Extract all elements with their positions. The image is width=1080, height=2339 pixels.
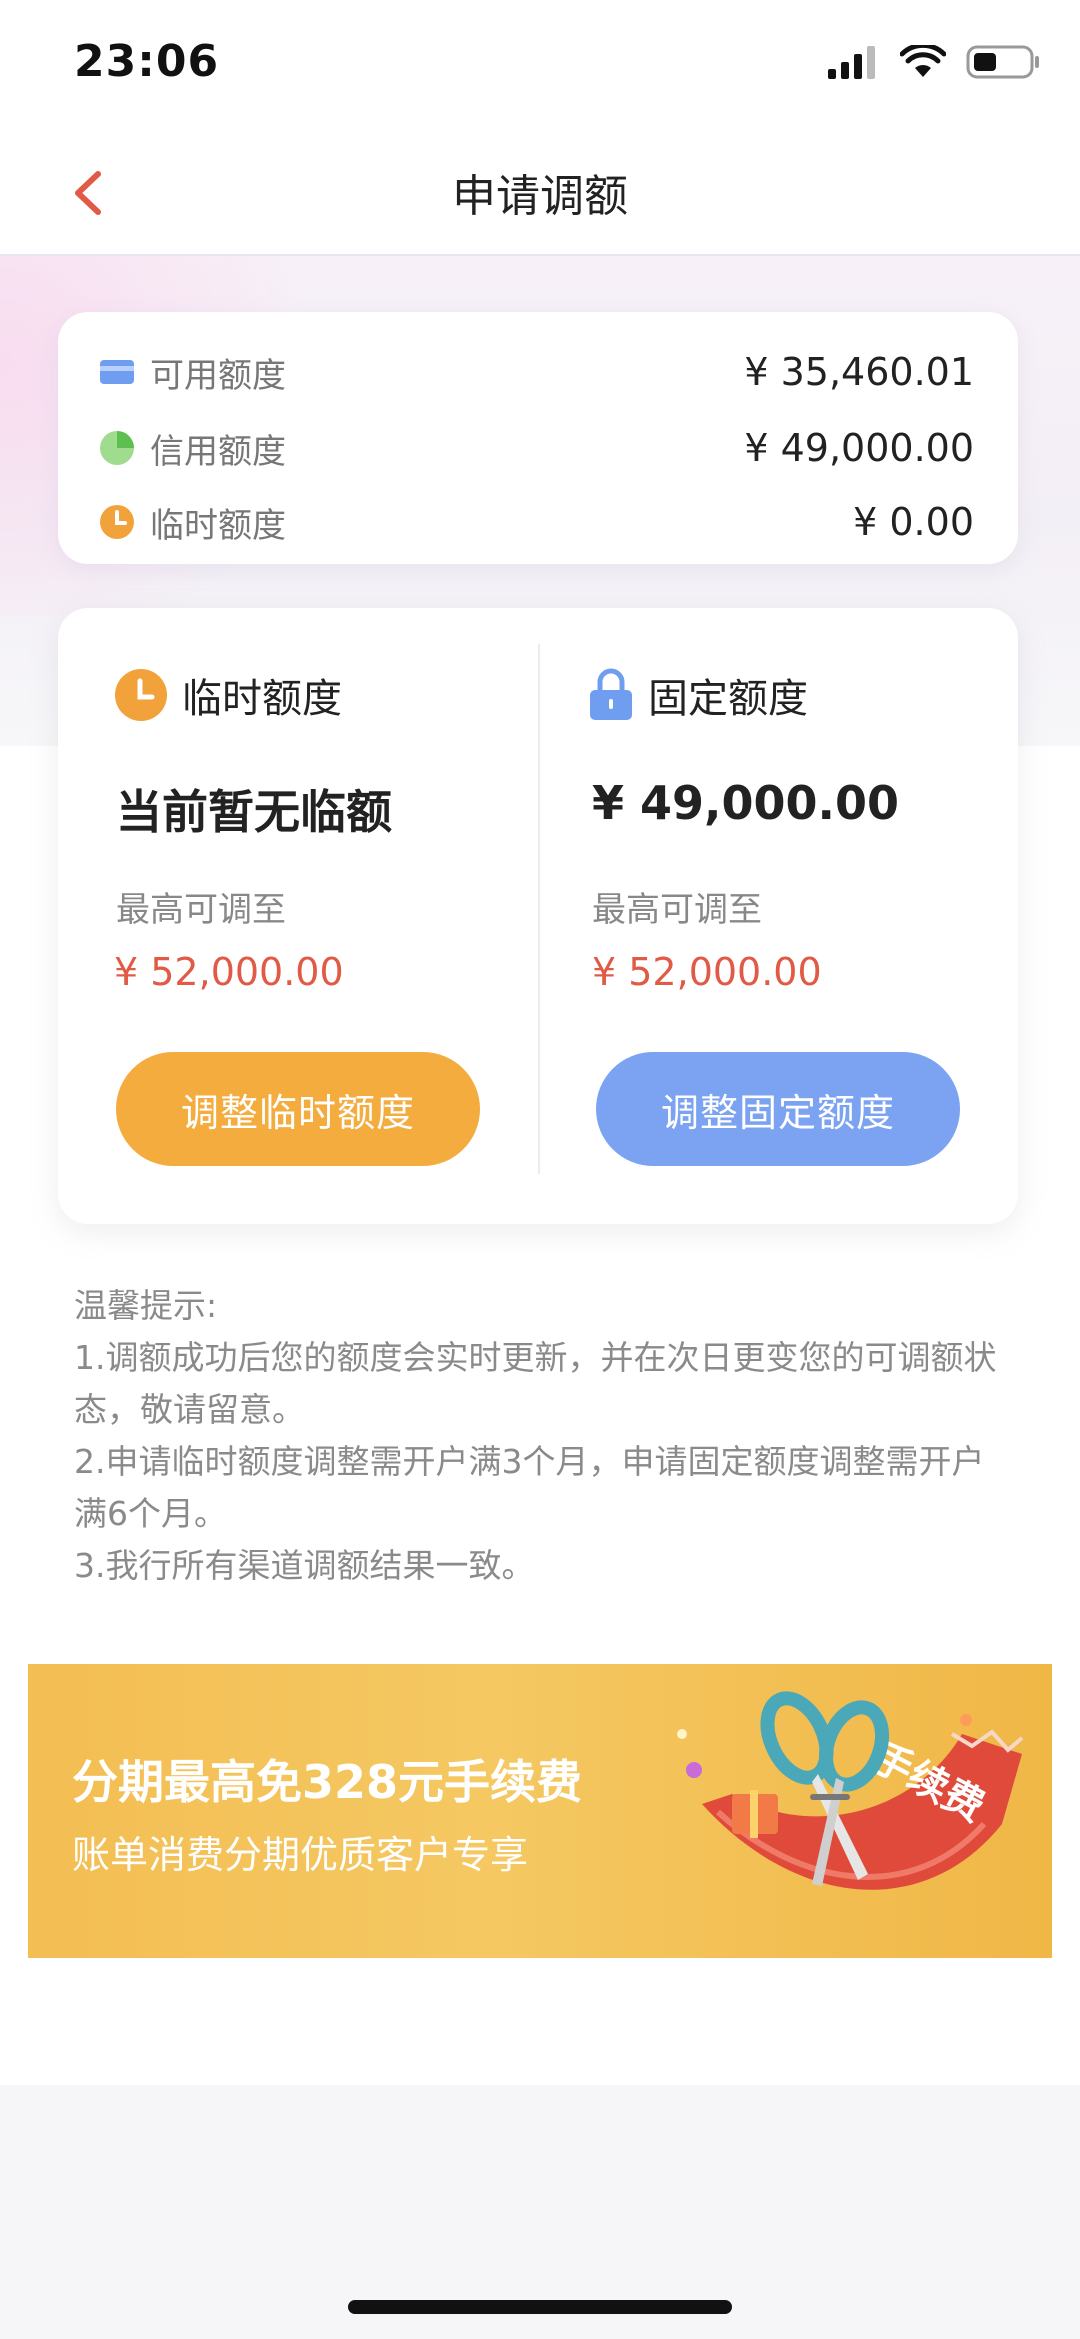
page-title: 申请调额 [452, 171, 628, 222]
tip-item: 1.调额成功后您的额度会实时更新，并在次日更变您的可调额状态，敬请留意。 [74, 1338, 997, 1429]
lock-icon [590, 668, 632, 720]
adjust-temporary-limit-button[interactable]: 调整临时额度 [116, 1052, 480, 1166]
battery-icon [966, 45, 1039, 79]
tips-section: 温馨提示: 1.调额成功后您的额度会实时更新，并在次日更变您的可调额状态，敬请留… [74, 1280, 1014, 1592]
max-adjust-label: 最高可调至 [116, 890, 286, 930]
signal-icon [828, 46, 875, 79]
adjust-limit-card: 临时额度 当前暂无临额 最高可调至 ¥ 52,000.00 调整临时额度 固定额… [58, 608, 1018, 1224]
fixed-limit-panel: 固定额度 ¥ 49,000.00 最高可调至 ¥ 52,000.00 调整固定额… [538, 608, 1018, 1224]
home-indicator[interactable] [348, 2300, 732, 2314]
wifi-icon [900, 45, 946, 77]
available-credit-row: 可用额度 ¥ 35,460.01 [98, 342, 974, 402]
summary-label: 信用额度 [150, 431, 286, 472]
temporary-limit-panel: 临时额度 当前暂无临额 最高可调至 ¥ 52,000.00 调整临时额度 [58, 608, 538, 1224]
credit-limit-row: 信用额度 ¥ 49,000.00 [98, 418, 974, 478]
status-icons [828, 44, 1040, 80]
clock-icon [115, 669, 167, 721]
tips-title: 温馨提示: [74, 1286, 218, 1325]
temporary-limit-header: 临时额度 [114, 666, 342, 724]
summary-value: ¥ 35,460.01 [744, 350, 974, 394]
summary-label: 临时额度 [150, 505, 286, 546]
max-adjust-value: ¥ 52,000.00 [592, 950, 822, 994]
banner-title: 分期最高免328元手续费 [72, 1755, 583, 1809]
max-adjust-label: 最高可调至 [592, 890, 762, 930]
credit-summary-card: 可用额度 ¥ 35,460.01 信用额度 ¥ 49,000.00 临时额度 ¥… [58, 312, 1018, 564]
pie-icon [98, 429, 136, 467]
temporary-limit-status: 当前暂无临额 [116, 785, 392, 839]
card-icon [98, 353, 136, 391]
temporary-limit-title: 临时额度 [182, 676, 342, 722]
fixed-limit-amount: ¥ 49,000.00 [592, 776, 900, 830]
adjust-fixed-limit-button[interactable]: 调整固定额度 [596, 1052, 960, 1166]
scissors-ribbon-illustration: 手续费 [677, 1691, 1024, 1890]
summary-label: 可用额度 [150, 355, 286, 396]
banner-subtitle: 账单消费分期优质客户专享 [72, 1833, 529, 1877]
summary-value: ¥ 0.00 [853, 500, 974, 544]
clock-icon [98, 503, 136, 541]
summary-value: ¥ 49,000.00 [744, 426, 974, 470]
fixed-limit-title: 固定额度 [648, 676, 808, 722]
status-bar: 23:06 [0, 0, 1080, 130]
tip-item: 2.申请临时额度调整需开户满3个月，申请固定额度调整需开户满6个月。 [74, 1442, 985, 1533]
fixed-limit-header: 固定额度 [588, 666, 808, 724]
max-adjust-value: ¥ 52,000.00 [114, 950, 344, 994]
status-time: 23:06 [74, 36, 220, 87]
temporary-credit-row: 临时额度 ¥ 0.00 [98, 492, 974, 552]
tip-item: 3.我行所有渠道调额结果一致。 [74, 1546, 535, 1585]
navigation-bar: 申请调额 [0, 130, 1080, 256]
promo-banner[interactable]: 分期最高免328元手续费 账单消费分期优质客户专享 手续费 [28, 1664, 1052, 1958]
